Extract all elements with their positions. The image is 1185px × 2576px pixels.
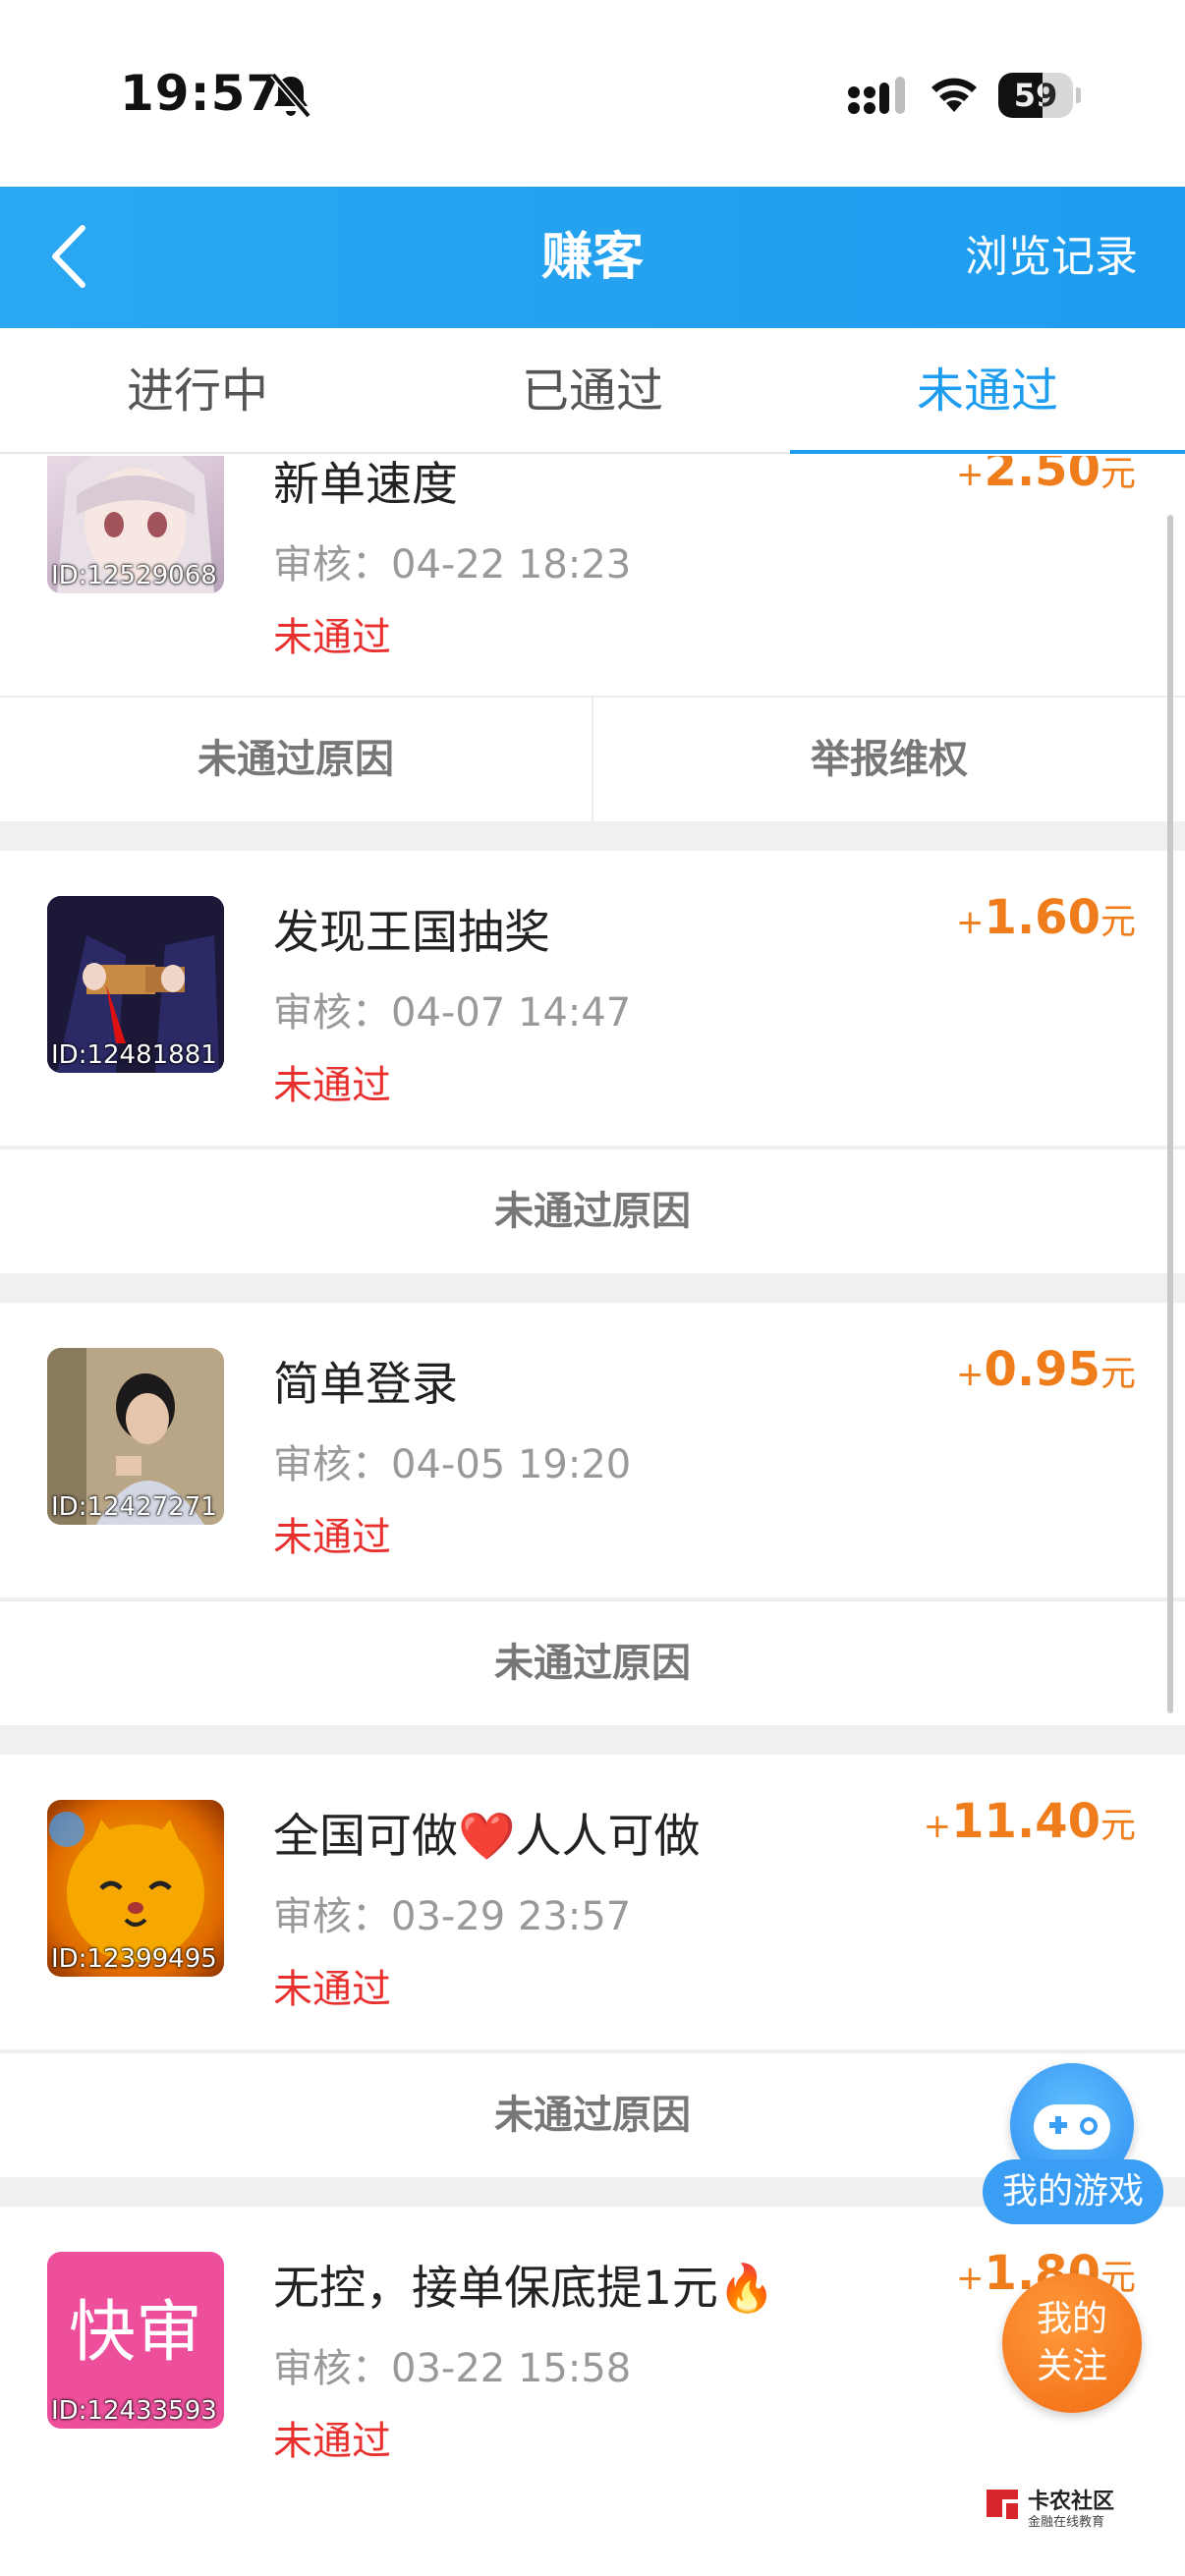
battery-icon: 59 xyxy=(998,73,1081,118)
task-id: ID:12529068 xyxy=(51,561,217,590)
task-list[interactable]: ID:12529068 新单速度 审核：04-22 18:23 未通过 +2.5… xyxy=(0,456,1185,2576)
screen: 19:57 59 赚客 浏览记录 进行中 已通过 未通过 ID:12529068… xyxy=(0,0,1185,2576)
status-text: 未通过 xyxy=(273,1515,391,1560)
browse-history-link[interactable]: 浏览记录 xyxy=(965,187,1138,328)
task-thumbnail: ID:12427271 xyxy=(47,1348,224,1525)
reward-amount: +2.50元 xyxy=(956,456,1136,497)
battery-level: 59 xyxy=(1013,77,1058,114)
reward-amount: +11.40元 xyxy=(923,1794,1136,1849)
reject-reason-button[interactable]: 未通过原因 xyxy=(0,1601,1185,1725)
signal-icon xyxy=(848,77,905,114)
list-item[interactable]: ID:12399495 全国可做❤️人人可做 审核：03-29 23:57 未通… xyxy=(0,1755,1185,2049)
task-id: ID:12427271 xyxy=(51,1492,217,1522)
watermark-subtitle: 金融在线教育 xyxy=(1028,2515,1105,2530)
item-actions: 未通过原因 xyxy=(0,1148,1185,1273)
task-title: 新单速度 xyxy=(273,458,458,512)
task-thumbnail: ID:12481881 xyxy=(47,896,224,1073)
task-title: 全国可做❤️人人可做 xyxy=(273,1810,701,1864)
status-bar: 19:57 59 xyxy=(0,0,1185,187)
my-follow-button[interactable]: 我的 关注 xyxy=(1002,2273,1142,2413)
list-item[interactable]: ID:12529068 新单速度 审核：04-22 18:23 未通过 +2.5… xyxy=(0,456,1185,700)
review-time: 审核：04-05 19:20 xyxy=(273,1442,632,1487)
review-time: 审核：04-07 14:47 xyxy=(273,990,632,1036)
tab-rejected[interactable]: 未通过 xyxy=(790,328,1185,454)
follow-label-line1: 我的 xyxy=(1036,2299,1107,2339)
follow-label-line2: 关注 xyxy=(1036,2346,1107,2386)
task-thumbnail: ID:12529068 xyxy=(47,456,224,593)
my-games-label: 我的游戏 xyxy=(983,2159,1163,2224)
scrollbar[interactable] xyxy=(1167,515,1173,1713)
task-title: 发现王国抽奖 xyxy=(273,906,550,960)
list-item[interactable]: ID:12481881 发现王国抽奖 审核：04-07 14:47 未通过 +1… xyxy=(0,851,1185,1146)
list-item[interactable]: ID:12427271 简单登录 审核：04-05 19:20 未通过 +0.9… xyxy=(0,1303,1185,1597)
reject-reason-button[interactable]: 未通过原因 xyxy=(0,698,592,821)
status-text: 未通过 xyxy=(273,1063,391,1108)
review-time: 审核：03-29 23:57 xyxy=(273,1894,632,1939)
status-text: 未通过 xyxy=(273,1967,391,2012)
thumbnail-text: 快审 xyxy=(68,2294,202,2372)
reject-reason-button[interactable]: 未通过原因 xyxy=(0,1149,1185,1273)
task-id: ID:12433593 xyxy=(51,2396,217,2426)
item-actions: 未通过原因 举报维权 xyxy=(0,696,1185,821)
status-text: 未通过 xyxy=(273,615,391,660)
reward-amount: +1.60元 xyxy=(956,890,1136,945)
item-actions: 未通过原因 xyxy=(0,1599,1185,1725)
bell-muted-icon xyxy=(270,72,311,119)
review-time: 审核：03-22 15:58 xyxy=(273,2346,632,2391)
review-time: 审核：04-22 18:23 xyxy=(273,542,632,588)
kanong-logo-icon xyxy=(987,2490,1018,2519)
tab-in-progress[interactable]: 进行中 xyxy=(0,328,395,452)
task-thumbnail: ID:12399495 xyxy=(47,1800,224,1977)
reward-amount: +0.95元 xyxy=(956,1342,1136,1397)
tab-approved[interactable]: 已通过 xyxy=(395,328,790,452)
task-id: ID:12481881 xyxy=(51,1040,217,1070)
tab-bar: 进行中 已通过 未通过 xyxy=(0,328,1185,454)
task-title: 无控，接单保底提1元🔥 xyxy=(273,2262,776,2316)
back-icon[interactable] xyxy=(45,222,94,291)
my-games-button[interactable]: 我的游戏 xyxy=(983,2063,1163,2230)
report-rights-button[interactable]: 举报维权 xyxy=(592,698,1185,821)
status-time: 19:57 xyxy=(120,65,282,122)
nav-bar: 赚客 浏览记录 xyxy=(0,187,1185,328)
task-title: 简单登录 xyxy=(273,1358,458,1412)
watermark: 卡农社区 金融在线教育 xyxy=(983,2484,1130,2533)
task-thumbnail: 快审 ID:12433593 xyxy=(47,2252,224,2429)
status-text: 未通过 xyxy=(273,2419,391,2464)
wifi-icon xyxy=(931,78,977,112)
task-id: ID:12399495 xyxy=(51,1944,217,1974)
